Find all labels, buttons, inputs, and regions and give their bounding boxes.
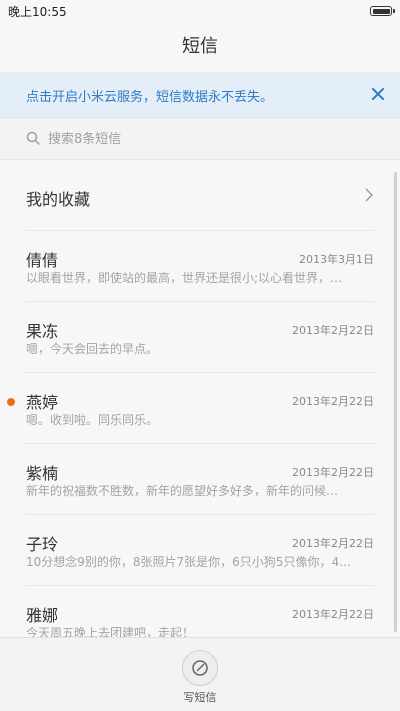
message-preview: 嗯，今天会回去的早点。 — [26, 342, 159, 356]
message-preview: 今天周五晚上去团建吧，走起！ — [26, 626, 195, 637]
compose-icon — [192, 660, 208, 676]
search-input[interactable] — [48, 129, 348, 149]
status-time: 晚上10:55 — [8, 5, 67, 19]
battery-icon — [370, 6, 395, 16]
cloud-banner-text[interactable]: 点击开启小米云服务，短信数据永不丢失。 — [26, 86, 273, 105]
search-bar[interactable] — [0, 118, 400, 160]
message-date: 2013年3月1日 — [299, 253, 374, 266]
message-date: 2013年2月22日 — [292, 324, 374, 337]
list-item[interactable]: 紫楠 2013年2月22日 新年的祝福数不胜数，新年的愿望好多好多，新年的问候… — [26, 444, 374, 515]
conversation-list[interactable]: 我的收藏 倩倩 2013年3月1日 以眼看世界，即使站的最高，世界还是很小;以心… — [0, 160, 400, 637]
message-preview: 嗯。收到啦。同乐同乐。 — [26, 413, 159, 427]
close-icon[interactable] — [370, 86, 386, 102]
contact-name: 燕婷 — [26, 393, 59, 412]
contact-name: 子玲 — [26, 535, 59, 554]
contact-name: 果冻 — [26, 322, 59, 341]
chevron-right-icon — [365, 188, 373, 202]
page-title: 短信 — [182, 36, 218, 57]
message-preview: 新年的祝福数不胜数，新年的愿望好多好多，新年的问候… — [26, 484, 339, 498]
favorites-label: 我的收藏 — [26, 190, 91, 209]
status-bar: 晚上10:55 — [0, 0, 400, 22]
cloud-service-banner[interactable]: 点击开启小米云服务，短信数据永不丢失。 — [0, 72, 400, 118]
unread-indicator — [7, 398, 15, 406]
list-item[interactable]: 燕婷 2013年2月22日 嗯。收到啦。同乐同乐。 — [7, 373, 374, 444]
message-date: 2013年2月22日 — [292, 466, 374, 479]
list-item[interactable]: 果冻 2013年2月22日 嗯，今天会回去的早点。 — [26, 302, 374, 373]
list-item[interactable]: 雅娜 2013年2月22日 今天周五晚上去团建吧，走起！ — [26, 586, 374, 637]
message-date: 2013年2月22日 — [292, 608, 374, 621]
scrollbar[interactable] — [394, 172, 397, 632]
list-item[interactable]: 子玲 2013年2月22日 10分想念9别的你，8张照片7张是你，6只小狗5只像… — [26, 515, 374, 586]
favorites-row[interactable]: 我的收藏 — [26, 160, 374, 231]
title-bar: 短信 — [0, 22, 400, 72]
search-icon — [26, 131, 40, 145]
contact-name: 雅娜 — [26, 606, 59, 625]
compose-button[interactable] — [182, 650, 218, 686]
compose-label[interactable]: 写短信 — [0, 689, 400, 705]
contact-name: 倩倩 — [26, 251, 59, 270]
bottom-bar: 写短信 — [0, 637, 400, 711]
contact-name: 紫楠 — [26, 464, 59, 483]
list-item[interactable]: 倩倩 2013年3月1日 以眼看世界，即使站的最高，世界还是很小;以心看世界，… — [26, 231, 374, 302]
message-date: 2013年2月22日 — [292, 537, 374, 550]
message-date: 2013年2月22日 — [292, 395, 374, 408]
message-preview: 10分想念9别的你，8张照片7张是你，6只小狗5只像你，4… — [26, 555, 352, 569]
message-preview: 以眼看世界，即使站的最高，世界还是很小;以心看世界，… — [26, 271, 343, 285]
